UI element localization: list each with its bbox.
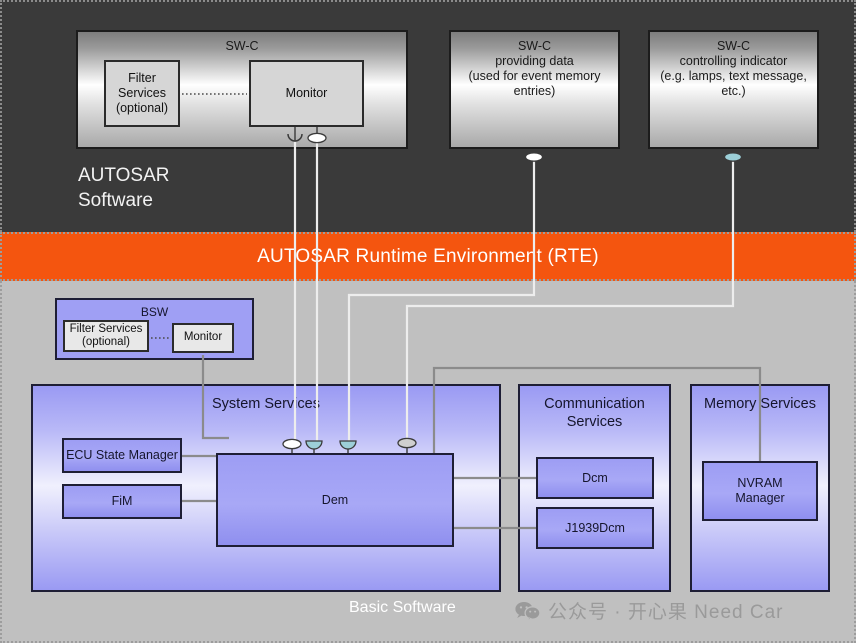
port-monitor-provided[interactable]	[307, 127, 327, 144]
wechat-watermark-text: 公众号 · 开心果 Need Car	[548, 602, 784, 623]
port-monitor-required[interactable]	[287, 127, 303, 142]
wire-controlling-indicator-to-dem	[405, 160, 735, 443]
autosar-dem-architecture-diagram: AUTOSAR Runtime Environment (RTE) AUTOSA…	[0, 0, 856, 643]
wire-providing-data-to-dem	[347, 160, 536, 445]
connector-layer	[151, 93, 762, 530]
port-dem-required-1[interactable]	[305, 440, 323, 453]
port-dem-required-2[interactable]	[339, 440, 357, 453]
port-providing-data-provided[interactable]	[524, 149, 544, 162]
port-dem-provided-2[interactable]	[397, 437, 417, 453]
wechat-watermark: 公众号 · 开心果 Need Car	[515, 597, 783, 624]
wire-dem-to-nvram-manager	[432, 366, 762, 461]
wire-bsw-monitor-to-system-services	[201, 355, 229, 440]
port-dem-provided-1[interactable]	[282, 438, 302, 453]
wechat-icon	[515, 601, 541, 621]
port-controlling-indicator-required[interactable]	[723, 149, 743, 162]
